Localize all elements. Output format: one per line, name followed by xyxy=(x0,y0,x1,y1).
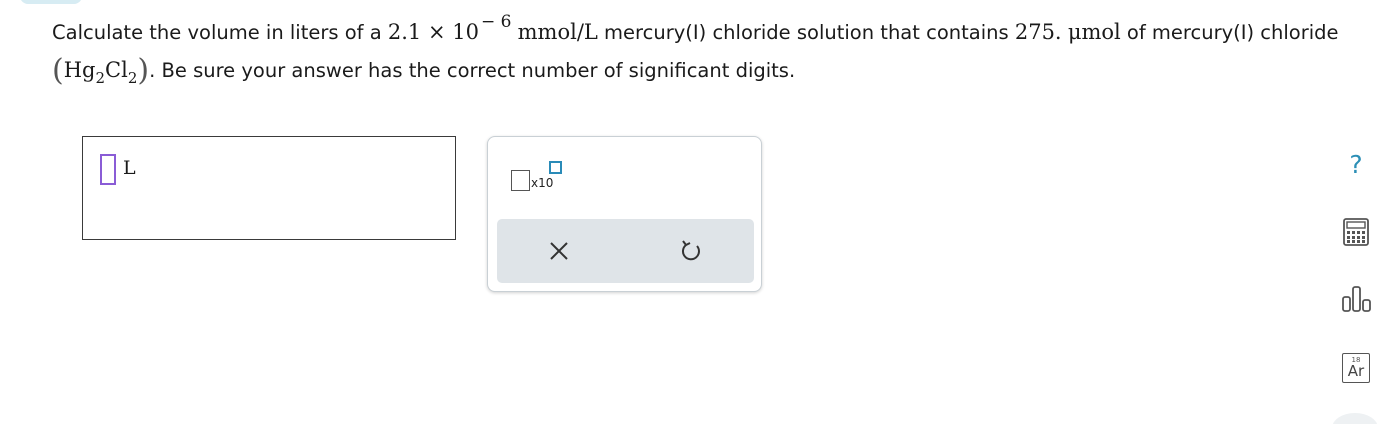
math-tool-panel: x10 xyxy=(487,136,762,292)
periodic-table-icon[interactable]: 18 Ar xyxy=(1342,353,1370,383)
calculator-glyph xyxy=(1343,218,1369,246)
clear-button[interactable] xyxy=(545,237,573,265)
top-tab[interactable] xyxy=(20,0,82,4)
answer-unit-label: L xyxy=(123,157,136,179)
scientific-notation-button[interactable]: x10 xyxy=(508,159,570,195)
x10-label: x10 xyxy=(531,176,554,190)
help-icon[interactable]: ? xyxy=(1342,150,1370,180)
question-mid: mercury(I) chloride solution that contai… xyxy=(597,21,1015,44)
question-intro: Calculate the volume in liters of a xyxy=(52,21,388,44)
concentration-unit: mmol/L xyxy=(517,20,598,44)
bar-chart-icon[interactable] xyxy=(1341,283,1372,313)
answer-input[interactable]: L xyxy=(82,136,456,240)
formula-hg: Hg xyxy=(63,58,96,82)
formula-cl: Cl xyxy=(105,58,128,82)
exponent-box-icon xyxy=(549,161,562,174)
question-text: Calculate the volume in liters of a 2.1 … xyxy=(52,12,1362,90)
undo-icon xyxy=(681,240,700,261)
formula-cl-subscript: 2 xyxy=(127,69,138,87)
calculator-icon[interactable] xyxy=(1342,217,1370,247)
amount-value: 275. xyxy=(1014,20,1062,44)
amount-unit: μmol xyxy=(1067,20,1121,44)
periodic-table-symbol: Ar xyxy=(1347,362,1365,380)
question-end: . Be sure your answer has the correct nu… xyxy=(149,59,796,82)
answer-value-slot[interactable] xyxy=(100,154,116,185)
formula-paren-close: ) xyxy=(137,53,150,88)
question-of: of mercury(I) chloride xyxy=(1120,21,1339,44)
formula-paren-open: ( xyxy=(52,53,64,88)
formula-hg-subscript: 2 xyxy=(95,69,106,87)
close-icon xyxy=(550,242,568,260)
action-button-row xyxy=(497,219,754,283)
concentration-exponent: − 6 xyxy=(480,12,512,32)
concentration-coefficient: 2.1 × 10 xyxy=(387,20,479,44)
bottom-partial-button[interactable] xyxy=(1332,413,1378,424)
bar-chart-glyph xyxy=(1342,286,1371,312)
mantissa-box-icon xyxy=(511,170,530,191)
undo-button[interactable] xyxy=(677,237,705,265)
